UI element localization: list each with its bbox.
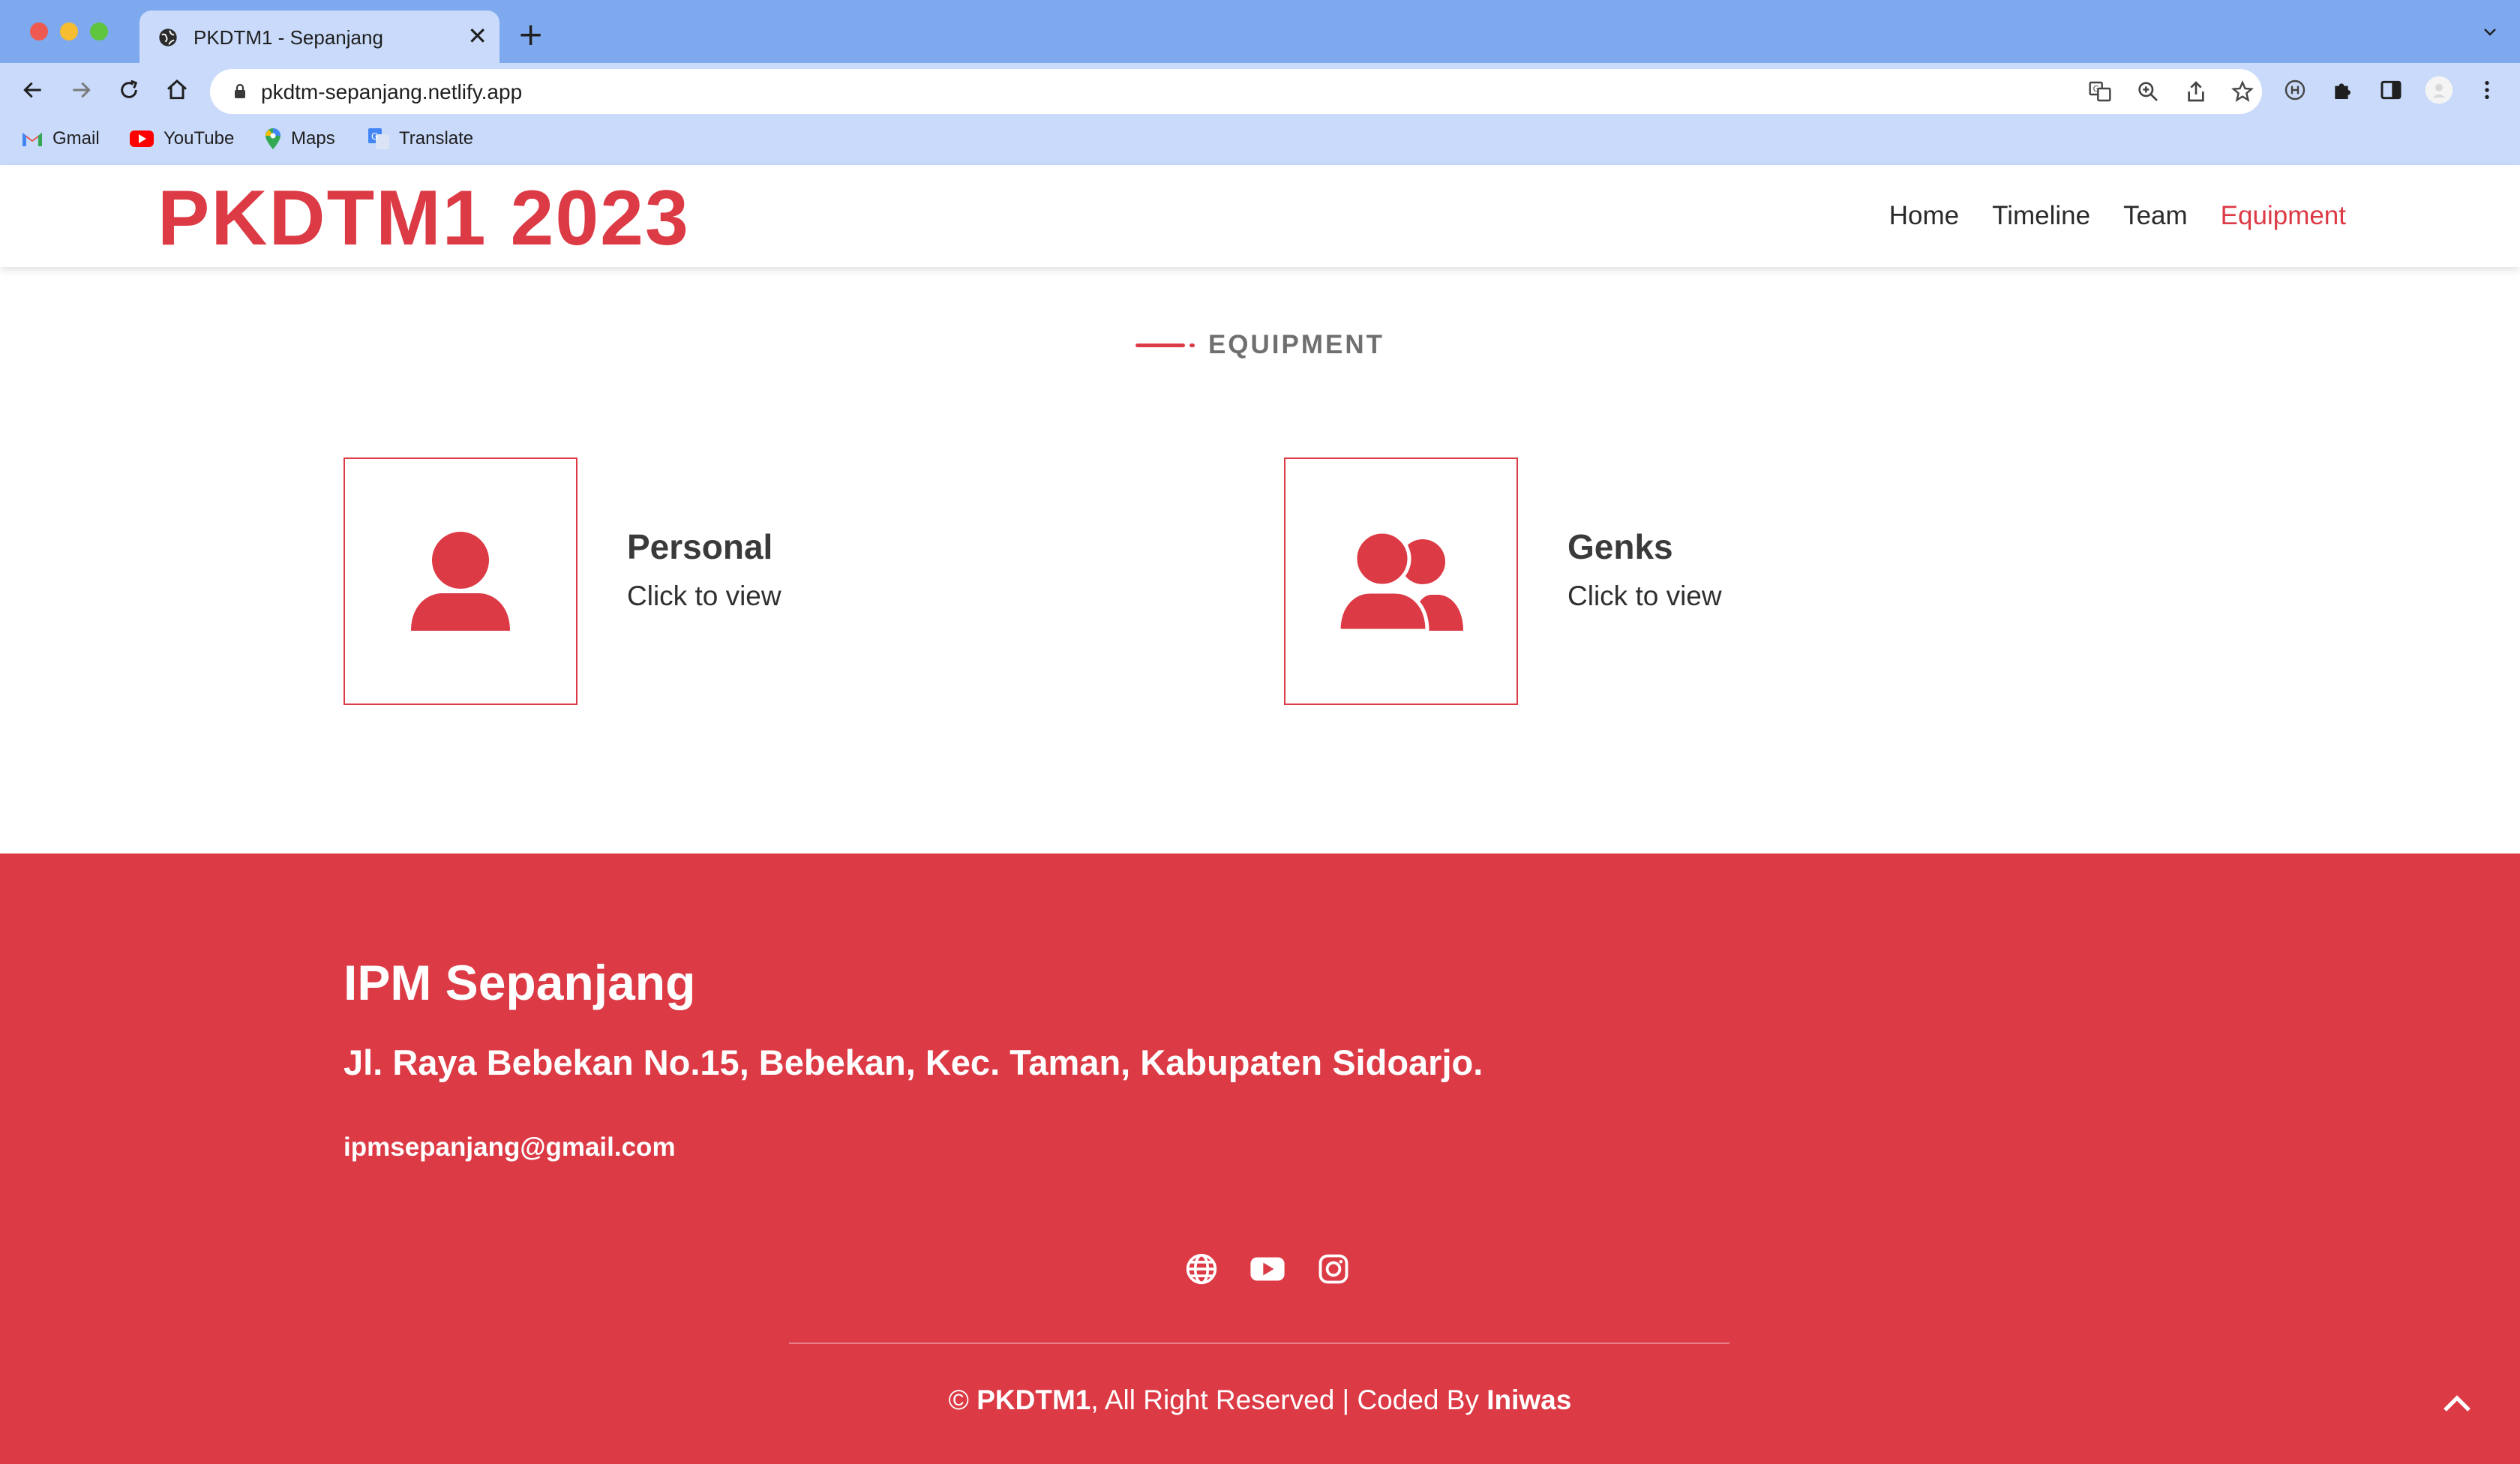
card-subtitle[interactable]: Click to view [1568, 578, 1722, 614]
globe-icon [1186, 1253, 1217, 1285]
extensions-button[interactable] [2326, 74, 2360, 106]
tab-close-icon[interactable]: ✕ [467, 24, 488, 48]
maps-icon [266, 128, 280, 149]
site-navbar: PKDTM1 2023 Home Timeline Team Equipment [0, 165, 2520, 267]
nav-home[interactable]: Home [1889, 200, 1959, 232]
instagram-icon [1318, 1254, 1348, 1284]
reload-button[interactable] [112, 74, 146, 106]
website-link[interactable] [1184, 1251, 1220, 1287]
side-panel-button[interactable] [2374, 74, 2408, 106]
card-icon-box[interactable] [344, 458, 578, 705]
site-brand[interactable]: PKDTM1 2023 [158, 177, 690, 260]
card-icon-box[interactable] [1284, 458, 1518, 705]
translate-page-icon[interactable]: G [2088, 80, 2112, 104]
profile-extension-button[interactable] [2278, 74, 2312, 106]
bookmark-translate[interactable]: G Translate [368, 126, 473, 152]
copyright-brand: PKDTM1 [976, 1384, 1091, 1415]
user-icon [411, 532, 510, 631]
copyright-middle: , All Right Reserved | Coded By [1090, 1384, 1487, 1415]
back-to-top-button[interactable] [2436, 1383, 2478, 1425]
globe-icon [159, 28, 177, 46]
bookmark-youtube[interactable]: YouTube [129, 126, 234, 152]
chevron-down-icon[interactable] [2481, 22, 2499, 40]
bookmark-label: Translate [399, 128, 474, 148]
close-window-button[interactable] [30, 22, 48, 40]
profile-avatar-button[interactable] [2422, 74, 2456, 106]
youtube-icon [130, 130, 154, 147]
section-heading: EQUIPMENT [0, 328, 2520, 362]
translate-icon: G [368, 128, 389, 149]
more-vert-icon [2485, 81, 2489, 99]
footer-title: IPM Sepanjang [344, 955, 696, 1010]
copyright-author: Iniwas [1486, 1384, 1572, 1415]
zoom-icon[interactable] [2136, 80, 2160, 104]
extension-h-icon [2284, 80, 2306, 100]
url-text[interactable]: pkdtm-sepanjang.netlify.app [261, 80, 522, 105]
youtube-link[interactable] [1250, 1251, 1286, 1287]
nav-team[interactable]: Team [2123, 200, 2188, 232]
minimize-window-button[interactable] [60, 22, 78, 40]
card-title: Genks [1568, 527, 1673, 566]
users-icon [1339, 530, 1463, 632]
chevron-up-icon [2444, 1395, 2470, 1412]
bookmark-label: Maps [291, 128, 335, 148]
gmail-icon [22, 133, 42, 146]
bookmarks-bar: Gmail YouTube Maps G Translate [0, 120, 2520, 158]
nav-timeline[interactable]: Timeline [1992, 200, 2090, 232]
social-links [0, 1251, 2520, 1287]
browser-tab-strip: PKDTM1 - Sepanjang ✕ + [0, 0, 2520, 63]
site-footer: IPM Sepanjang Jl. Raya Bebekan No.15, Be… [0, 854, 2520, 1464]
home-button[interactable] [160, 74, 194, 106]
maximize-window-button[interactable] [90, 22, 108, 40]
puzzle-icon [2335, 83, 2350, 99]
bookmark-label: YouTube [164, 128, 235, 148]
arrow-left-icon [23, 82, 41, 98]
heading-accent-line [1135, 343, 1195, 347]
new-tab-button[interactable]: + [518, 18, 544, 51]
browser-tab[interactable]: PKDTM1 - Sepanjang ✕ [140, 10, 500, 63]
main-nav: Home Timeline Team Equipment [1889, 200, 2346, 232]
side-panel-icon [2380, 80, 2402, 100]
equipment-card-personal[interactable]: Personal Click to view [344, 458, 782, 705]
bookmark-star-icon[interactable] [2230, 80, 2254, 104]
instagram-link[interactable] [1316, 1251, 1352, 1287]
copyright-prefix: © [948, 1384, 977, 1415]
browser-menu-button[interactable] [2470, 74, 2504, 106]
reload-icon [121, 80, 138, 98]
copyright-text: © PKDTM1, All Right Reserved | Coded By … [0, 1383, 2520, 1418]
youtube-icon [1250, 1257, 1285, 1281]
address-bar[interactable]: pkdtm-sepanjang.netlify.app G [210, 69, 2262, 114]
bookmark-label: Gmail [52, 128, 100, 148]
nav-equipment[interactable]: Equipment [2221, 200, 2346, 232]
browser-toolbar: pkdtm-sepanjang.netlify.app G Gmail YouT… [0, 63, 2520, 165]
card-title: Personal [627, 527, 773, 566]
footer-divider [789, 1342, 1730, 1344]
footer-email[interactable]: ipmsepanjang@gmail.com [344, 1131, 676, 1164]
back-button[interactable] [16, 74, 50, 106]
lock-icon [235, 83, 245, 98]
footer-address: Jl. Raya Bebekan No.15, Bebekan, Kec. Ta… [344, 1042, 1484, 1082]
tab-title: PKDTM1 - Sepanjang [194, 26, 383, 49]
bookmark-gmail[interactable]: Gmail [21, 126, 100, 152]
section-label: EQUIPMENT [1208, 330, 1385, 359]
bookmark-maps[interactable]: Maps [264, 126, 335, 152]
arrow-right-icon [73, 82, 91, 98]
svg-text:G: G [371, 131, 378, 142]
forward-button[interactable] [64, 74, 98, 106]
card-subtitle[interactable]: Click to view [627, 578, 782, 614]
home-icon [167, 80, 187, 100]
avatar-icon [2425, 76, 2453, 104]
share-icon[interactable] [2184, 80, 2208, 104]
equipment-card-genks[interactable]: Genks Click to view [1284, 458, 1722, 705]
svg-text:G: G [2093, 84, 2099, 94]
